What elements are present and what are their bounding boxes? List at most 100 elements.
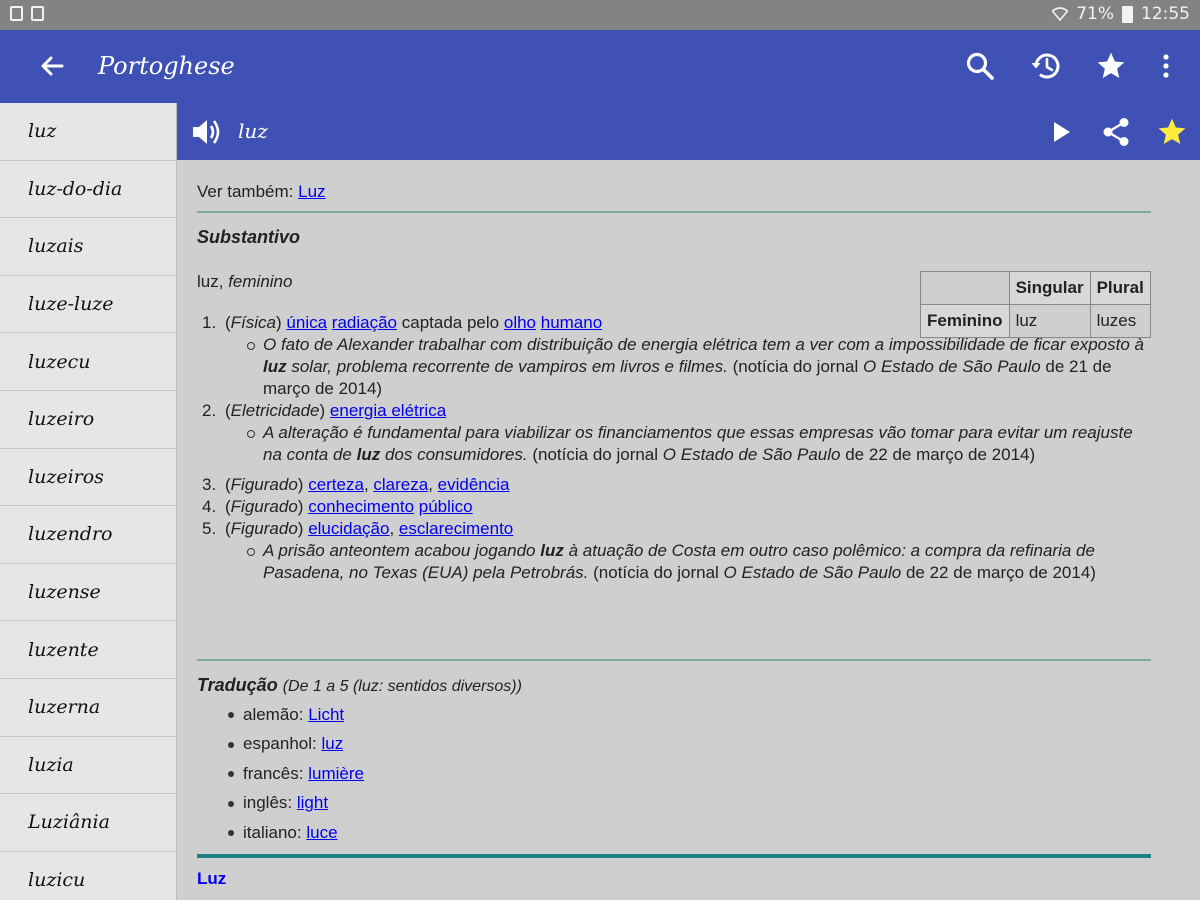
see-also: Ver também: Luz: [197, 181, 326, 203]
list-item[interactable]: luzendro: [0, 506, 176, 564]
example-keyword: luz: [263, 357, 287, 376]
sense-paren: ): [297, 519, 304, 538]
sense-item: 4. (Figurado) conhecimento público: [197, 496, 1147, 518]
translation-link[interactable]: luz: [321, 733, 343, 755]
sense-list: 1. (Física) única radiação captada pelo o…: [197, 312, 1147, 584]
definition-link[interactable]: clareza: [373, 475, 428, 494]
list-item[interactable]: luzais: [0, 218, 176, 276]
more-vert-icon: [1163, 54, 1169, 78]
sense-tag: Figurado: [230, 497, 298, 516]
example-text: A prisão anteontem acabou jogando: [263, 541, 536, 560]
lemma: luz,: [197, 272, 224, 291]
sense-paren: ): [276, 313, 282, 332]
definition-content: Ver também: Luz Substantivo luz, feminin…: [177, 160, 1200, 900]
definition-link[interactable]: certeza: [308, 475, 364, 494]
battery-icon: [1122, 5, 1133, 23]
col-singular: Singular: [1008, 271, 1091, 305]
sense-number: 4.: [202, 497, 217, 516]
share-button[interactable]: [1099, 115, 1133, 149]
list-item[interactable]: luzeiros: [0, 449, 176, 507]
sense-number: 2.: [202, 401, 217, 420]
translation-item: francês: lumière: [197, 759, 364, 789]
translation-link[interactable]: Licht: [308, 704, 344, 726]
list-item[interactable]: luzia: [0, 737, 176, 795]
sense-tag: Figurado: [230, 519, 298, 538]
search-icon: [966, 52, 994, 80]
sense-number: 5.: [202, 519, 217, 538]
source-prefix: (notícia do jornal: [732, 357, 859, 376]
app-title: Portoghese: [98, 52, 235, 80]
overflow-menu-button[interactable]: [1148, 48, 1184, 84]
sense-tag: Física: [230, 313, 277, 332]
translation-link[interactable]: luce: [306, 822, 337, 844]
translation-link[interactable]: light: [297, 792, 328, 814]
speaker-icon[interactable]: [189, 115, 223, 149]
definition-link[interactable]: elucidação: [308, 519, 389, 538]
definition-link[interactable]: radiação: [332, 313, 397, 332]
gender: feminino: [228, 272, 293, 291]
share-icon: [1103, 118, 1129, 146]
list-item[interactable]: luzente: [0, 621, 176, 679]
list-item[interactable]: luzeiro: [0, 391, 176, 449]
list-item[interactable]: Luziânia: [0, 794, 176, 852]
source-newspaper: O Estado de São Paulo: [723, 563, 902, 582]
definition-link[interactable]: única: [286, 313, 327, 332]
definition-link[interactable]: evidência: [438, 475, 510, 494]
search-button[interactable]: [962, 48, 998, 84]
list-item[interactable]: luzense: [0, 564, 176, 622]
notification-icon: [10, 6, 23, 21]
translation-title: Tradução: [197, 675, 278, 695]
sense-item: 1. (Física) única radiação captada pelo o…: [197, 312, 1147, 334]
favorites-button[interactable]: [1093, 48, 1129, 84]
play-button[interactable]: [1044, 115, 1078, 149]
list-item[interactable]: luzecu: [0, 333, 176, 391]
usage-example: A prisão anteontem acabou jogando luz à …: [197, 540, 1147, 584]
source-date: de 22 de março de 2014): [905, 563, 1096, 582]
sense-item: 2. (Eletricidade) energia elétrica: [197, 400, 1147, 422]
back-arrow-icon[interactable]: [36, 50, 68, 82]
briefcase-icon: [31, 6, 44, 21]
translation-link[interactable]: lumière: [308, 763, 364, 785]
example-text: solar, problema recorrente de vampiros e…: [291, 357, 728, 376]
list-item[interactable]: luz: [0, 103, 176, 161]
see-also-link[interactable]: Luz: [298, 182, 325, 201]
favorite-word-button[interactable]: [1155, 115, 1189, 149]
example-keyword: luz: [540, 541, 564, 560]
source-newspaper: O Estado de São Paulo: [863, 357, 1041, 376]
list-item[interactable]: luzerna: [0, 679, 176, 737]
list-item[interactable]: luzicu: [0, 852, 176, 900]
example-text: O fato de Alexander trabalhar com distri…: [263, 335, 1144, 354]
col-plural: Plural: [1089, 271, 1151, 305]
definition-link[interactable]: público: [419, 497, 473, 516]
definition-link[interactable]: energia elétrica: [330, 401, 446, 420]
see-also-label: Ver também:: [197, 182, 294, 201]
history-button[interactable]: [1028, 48, 1064, 84]
translation-language: alemão:: [243, 704, 304, 724]
list-item[interactable]: luz-do-dia: [0, 161, 176, 219]
definition-link[interactable]: humano: [541, 313, 602, 332]
translation-item: italiano: luce: [197, 818, 364, 848]
example-source: (notícia do jornal O Estado de São Paulo…: [532, 445, 1035, 464]
sense-paren: ): [297, 475, 304, 494]
definition-link[interactable]: conhecimento: [308, 497, 414, 516]
definition-link[interactable]: olho: [504, 313, 536, 332]
example-text: dos consumidores.: [384, 445, 528, 464]
table-corner: [920, 271, 1010, 305]
translation-qualifier: (De 1 a 5 (luz: sentidos diversos)): [282, 678, 522, 695]
related-entry-link[interactable]: Luz: [197, 868, 226, 890]
app-bar: Portoghese: [0, 30, 1200, 103]
translation-item: inglês: light: [197, 789, 364, 819]
sense-item: 3. (Figurado) certeza, clareza, evidência: [202, 475, 510, 494]
source-prefix: (notícia do jornal: [532, 445, 659, 464]
list-item[interactable]: luze-luze: [0, 276, 176, 334]
definition-link[interactable]: esclarecimento: [399, 519, 513, 538]
word-list: luz luz-do-dia luzais luze-luze luzecu luzeir…: [0, 103, 177, 900]
sense-paren: ): [319, 401, 326, 420]
part-of-speech: Substantivo: [197, 227, 301, 247]
battery-percent: 71%: [1076, 4, 1114, 24]
usage-example: A alteração é fundamental para viabiliza…: [197, 422, 1147, 466]
history-icon: [1031, 53, 1060, 79]
play-icon: [1054, 122, 1070, 142]
current-word: luz: [238, 119, 268, 143]
translation-item: espanhol: luz: [197, 730, 364, 760]
